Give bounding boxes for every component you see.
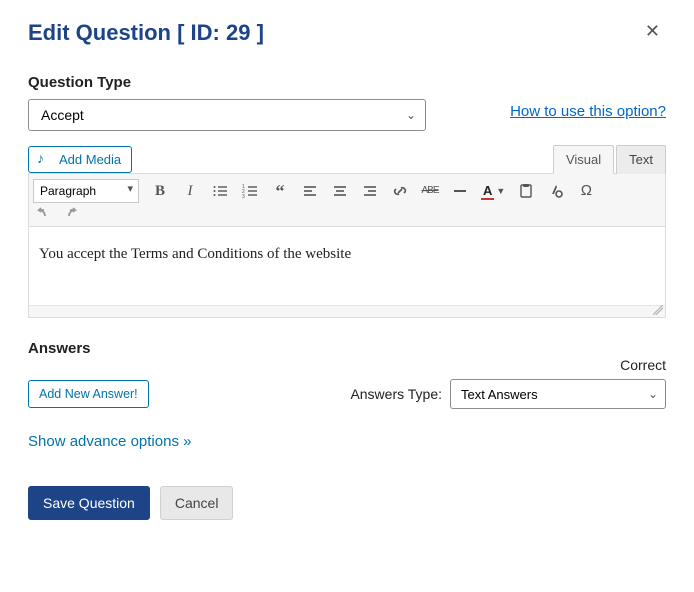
text-color-icon: A <box>481 183 494 200</box>
answers-heading: Answers <box>28 340 666 357</box>
correct-label: Correct <box>28 357 666 373</box>
question-type-select[interactable] <box>28 99 426 131</box>
media-icon <box>39 153 53 167</box>
editor-header: Add Media Visual Text <box>28 145 666 173</box>
show-advanced-options-link[interactable]: Show advance options » <box>28 433 666 450</box>
numbered-list-icon[interactable]: 1 2 3 <box>241 182 259 200</box>
editor-toolbar: B I 1 2 3 “ <box>29 174 665 227</box>
how-to-use-link[interactable]: How to use this option? <box>510 103 666 120</box>
add-media-label: Add Media <box>59 152 121 167</box>
redo-icon[interactable] <box>63 205 81 223</box>
editor-content[interactable]: You accept the Terms and Conditions of t… <box>29 227 665 305</box>
toolbar-row-1: B I 1 2 3 “ <box>33 179 661 203</box>
strikethrough-icon[interactable]: ABE <box>421 182 439 200</box>
header-row: Edit Question [ ID: 29 ] ✕ <box>28 20 666 74</box>
paste-icon[interactable] <box>517 182 535 200</box>
answers-type-label: Answers Type: <box>350 386 442 402</box>
modal-title: Edit Question [ ID: 29 ] <box>28 20 264 46</box>
editor-tabs: Visual Text <box>553 145 666 174</box>
question-type-label: Question Type <box>28 74 666 91</box>
chevron-down-icon: ▼ <box>496 186 505 196</box>
question-type-select-wrap: ⌄ <box>28 99 426 131</box>
special-char-icon[interactable]: Ω <box>577 182 595 200</box>
tab-visual[interactable]: Visual <box>553 145 614 174</box>
undo-icon[interactable] <box>33 205 51 223</box>
bullet-list-icon[interactable] <box>211 182 229 200</box>
bold-icon[interactable]: B <box>151 182 169 200</box>
answers-type-select[interactable] <box>450 379 666 409</box>
text-color-button[interactable]: A ▼ <box>481 183 505 200</box>
svg-text:3: 3 <box>242 194 245 199</box>
add-media-button[interactable]: Add Media <box>28 146 132 173</box>
rich-text-editor: B I 1 2 3 “ <box>28 173 666 318</box>
save-button[interactable]: Save Question <box>28 486 150 520</box>
close-icon[interactable]: ✕ <box>639 20 666 42</box>
answers-type-select-wrap: ⌄ <box>450 379 666 409</box>
link-icon[interactable] <box>391 182 409 200</box>
blockquote-icon[interactable]: “ <box>271 182 289 200</box>
italic-icon[interactable]: I <box>181 182 199 200</box>
align-center-icon[interactable] <box>331 182 349 200</box>
toolbar-row-2 <box>33 205 661 223</box>
cancel-button[interactable]: Cancel <box>160 486 234 520</box>
format-select[interactable] <box>33 179 139 203</box>
answers-type-group: Answers Type: ⌄ <box>350 379 666 409</box>
align-right-icon[interactable] <box>361 182 379 200</box>
format-select-wrap <box>33 179 139 203</box>
answers-row: Add New Answer! Answers Type: ⌄ <box>28 379 666 409</box>
align-left-icon[interactable] <box>301 182 319 200</box>
question-type-row: ⌄ How to use this option? <box>28 99 666 131</box>
horizontal-rule-icon[interactable] <box>451 182 469 200</box>
tab-text[interactable]: Text <box>616 145 666 174</box>
add-answer-button[interactable]: Add New Answer! <box>28 380 149 408</box>
action-buttons: Save Question Cancel <box>28 486 666 520</box>
clear-formatting-icon[interactable] <box>547 182 565 200</box>
edit-question-modal: Edit Question [ ID: 29 ] ✕ Question Type… <box>0 0 694 550</box>
editor-resize-handle[interactable] <box>29 305 665 317</box>
